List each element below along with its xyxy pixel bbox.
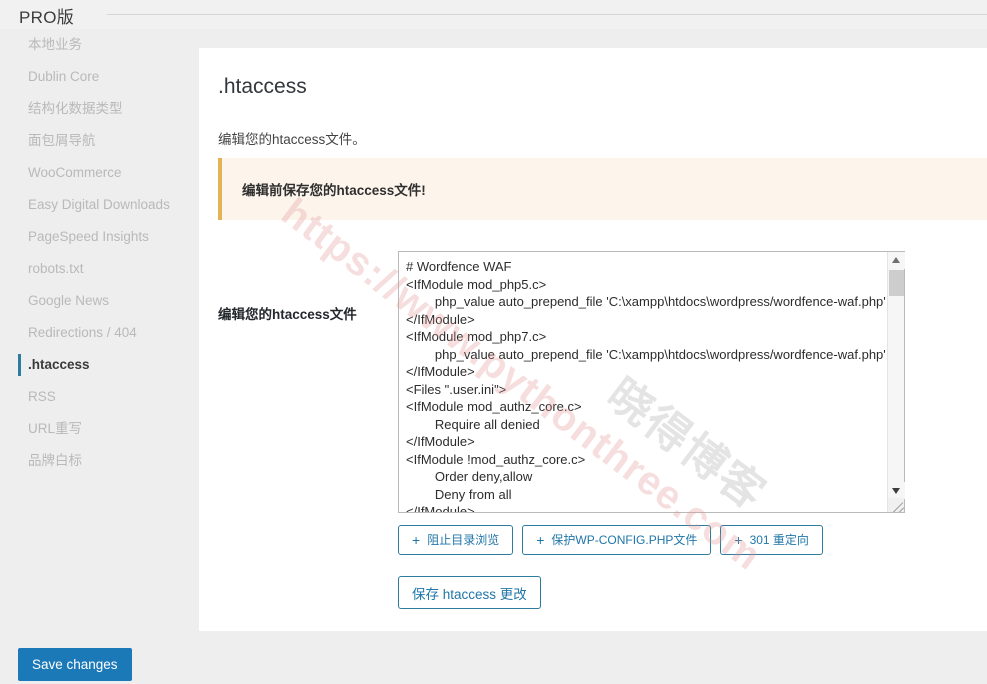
sidebar-nav: 本地业务 Dublin Core 结构化数据类型 面包屑导航 WooCommer… bbox=[0, 29, 199, 631]
button-label: 阻止目录浏览 bbox=[427, 533, 500, 547]
textarea-resize-handle[interactable] bbox=[888, 498, 904, 512]
sidebar-item-label: 品牌白标 bbox=[28, 453, 82, 468]
pro-version-title: PRO版 bbox=[19, 3, 81, 28]
save-changes-button[interactable]: Save changes bbox=[18, 648, 132, 681]
sidebar-item-redirections-404[interactable]: Redirections / 404 bbox=[0, 317, 199, 349]
sidebar-item-label: Easy Digital Downloads bbox=[28, 197, 170, 212]
save-htaccess-changes-button[interactable]: 保存 htaccess 更改 bbox=[398, 576, 541, 609]
sidebar-item-rss[interactable]: RSS bbox=[0, 381, 199, 413]
sidebar-item-google-news[interactable]: Google News bbox=[0, 285, 199, 317]
301-redirect-button[interactable]: + 301 重定向 bbox=[720, 525, 823, 555]
sidebar-item-woocommerce[interactable]: WooCommerce bbox=[0, 157, 199, 189]
htaccess-editor-textarea[interactable] bbox=[399, 252, 887, 512]
scroll-down-arrow-icon[interactable] bbox=[888, 482, 905, 499]
protect-wp-config-button[interactable]: + 保护WP-CONFIG.PHP文件 bbox=[522, 525, 712, 555]
sidebar-item-label: 结构化数据类型 bbox=[28, 101, 123, 116]
htaccess-action-buttons: + 阻止目录浏览 + 保护WP-CONFIG.PHP文件 + 301 重定向 bbox=[398, 525, 823, 555]
sidebar-item-label: WooCommerce bbox=[28, 165, 122, 180]
app-screen: PRO版 本地业务 Dublin Core 结构化数据类型 面包屑导航 WooC… bbox=[0, 0, 987, 684]
sidebar-item-label: .htaccess bbox=[28, 357, 90, 372]
sidebar-item-label: robots.txt bbox=[28, 261, 84, 276]
sidebar-item-dublin-core[interactable]: Dublin Core bbox=[0, 61, 199, 93]
editor-vertical-scrollbar[interactable] bbox=[887, 252, 905, 512]
button-label: 保护WP-CONFIG.PHP文件 bbox=[551, 533, 698, 547]
scrollbar-thumb[interactable] bbox=[889, 270, 904, 296]
scroll-up-arrow-icon[interactable] bbox=[888, 252, 905, 269]
sidebar-item-label: 面包屑导航 bbox=[28, 133, 96, 148]
sidebar-item-robots-txt[interactable]: robots.txt bbox=[0, 253, 199, 285]
sidebar-item-label: PageSpeed Insights bbox=[28, 229, 149, 244]
sidebar-item-url-rewrite[interactable]: URL重写 bbox=[0, 413, 199, 445]
warning-notice-text: 编辑前保存您的htaccess文件! bbox=[242, 183, 426, 198]
sidebar-item-local-business[interactable]: 本地业务 bbox=[0, 29, 199, 61]
page-title: .htaccess bbox=[218, 75, 307, 98]
sidebar-item-label: Redirections / 404 bbox=[28, 325, 137, 340]
sidebar-item-label: 本地业务 bbox=[28, 37, 82, 52]
sidebar-item-label: RSS bbox=[28, 389, 56, 404]
sidebar-item-breadcrumbs[interactable]: 面包屑导航 bbox=[0, 125, 199, 157]
plus-icon: + bbox=[536, 532, 545, 548]
page-description: 编辑您的htaccess文件。 bbox=[218, 132, 366, 147]
sidebar-item-label: Google News bbox=[28, 293, 110, 308]
sidebar-item-white-label[interactable]: 品牌白标 bbox=[0, 445, 199, 477]
editor-field-label: 编辑您的htaccess文件 bbox=[218, 307, 357, 322]
sidebar-item-label: URL重写 bbox=[28, 421, 83, 436]
button-label: 301 重定向 bbox=[749, 533, 809, 547]
header-divider bbox=[107, 14, 987, 15]
warning-notice: 编辑前保存您的htaccess文件! bbox=[218, 158, 987, 220]
main-content-panel: .htaccess 编辑您的htaccess文件。 编辑前保存您的htacces… bbox=[199, 48, 987, 631]
plus-icon: + bbox=[412, 532, 421, 548]
htaccess-editor-wrapper bbox=[398, 251, 905, 513]
sidebar-item-pagespeed-insights[interactable]: PageSpeed Insights bbox=[0, 221, 199, 253]
sidebar-item-easy-digital-downloads[interactable]: Easy Digital Downloads bbox=[0, 189, 199, 221]
block-directory-browsing-button[interactable]: + 阻止目录浏览 bbox=[398, 525, 514, 555]
sidebar-item-structured-data-types[interactable]: 结构化数据类型 bbox=[0, 93, 199, 125]
sidebar-item-label: Dublin Core bbox=[28, 69, 100, 84]
top-header: PRO版 bbox=[0, 0, 987, 29]
plus-icon: + bbox=[734, 532, 743, 548]
sidebar-item-htaccess[interactable]: .htaccess bbox=[0, 349, 199, 381]
